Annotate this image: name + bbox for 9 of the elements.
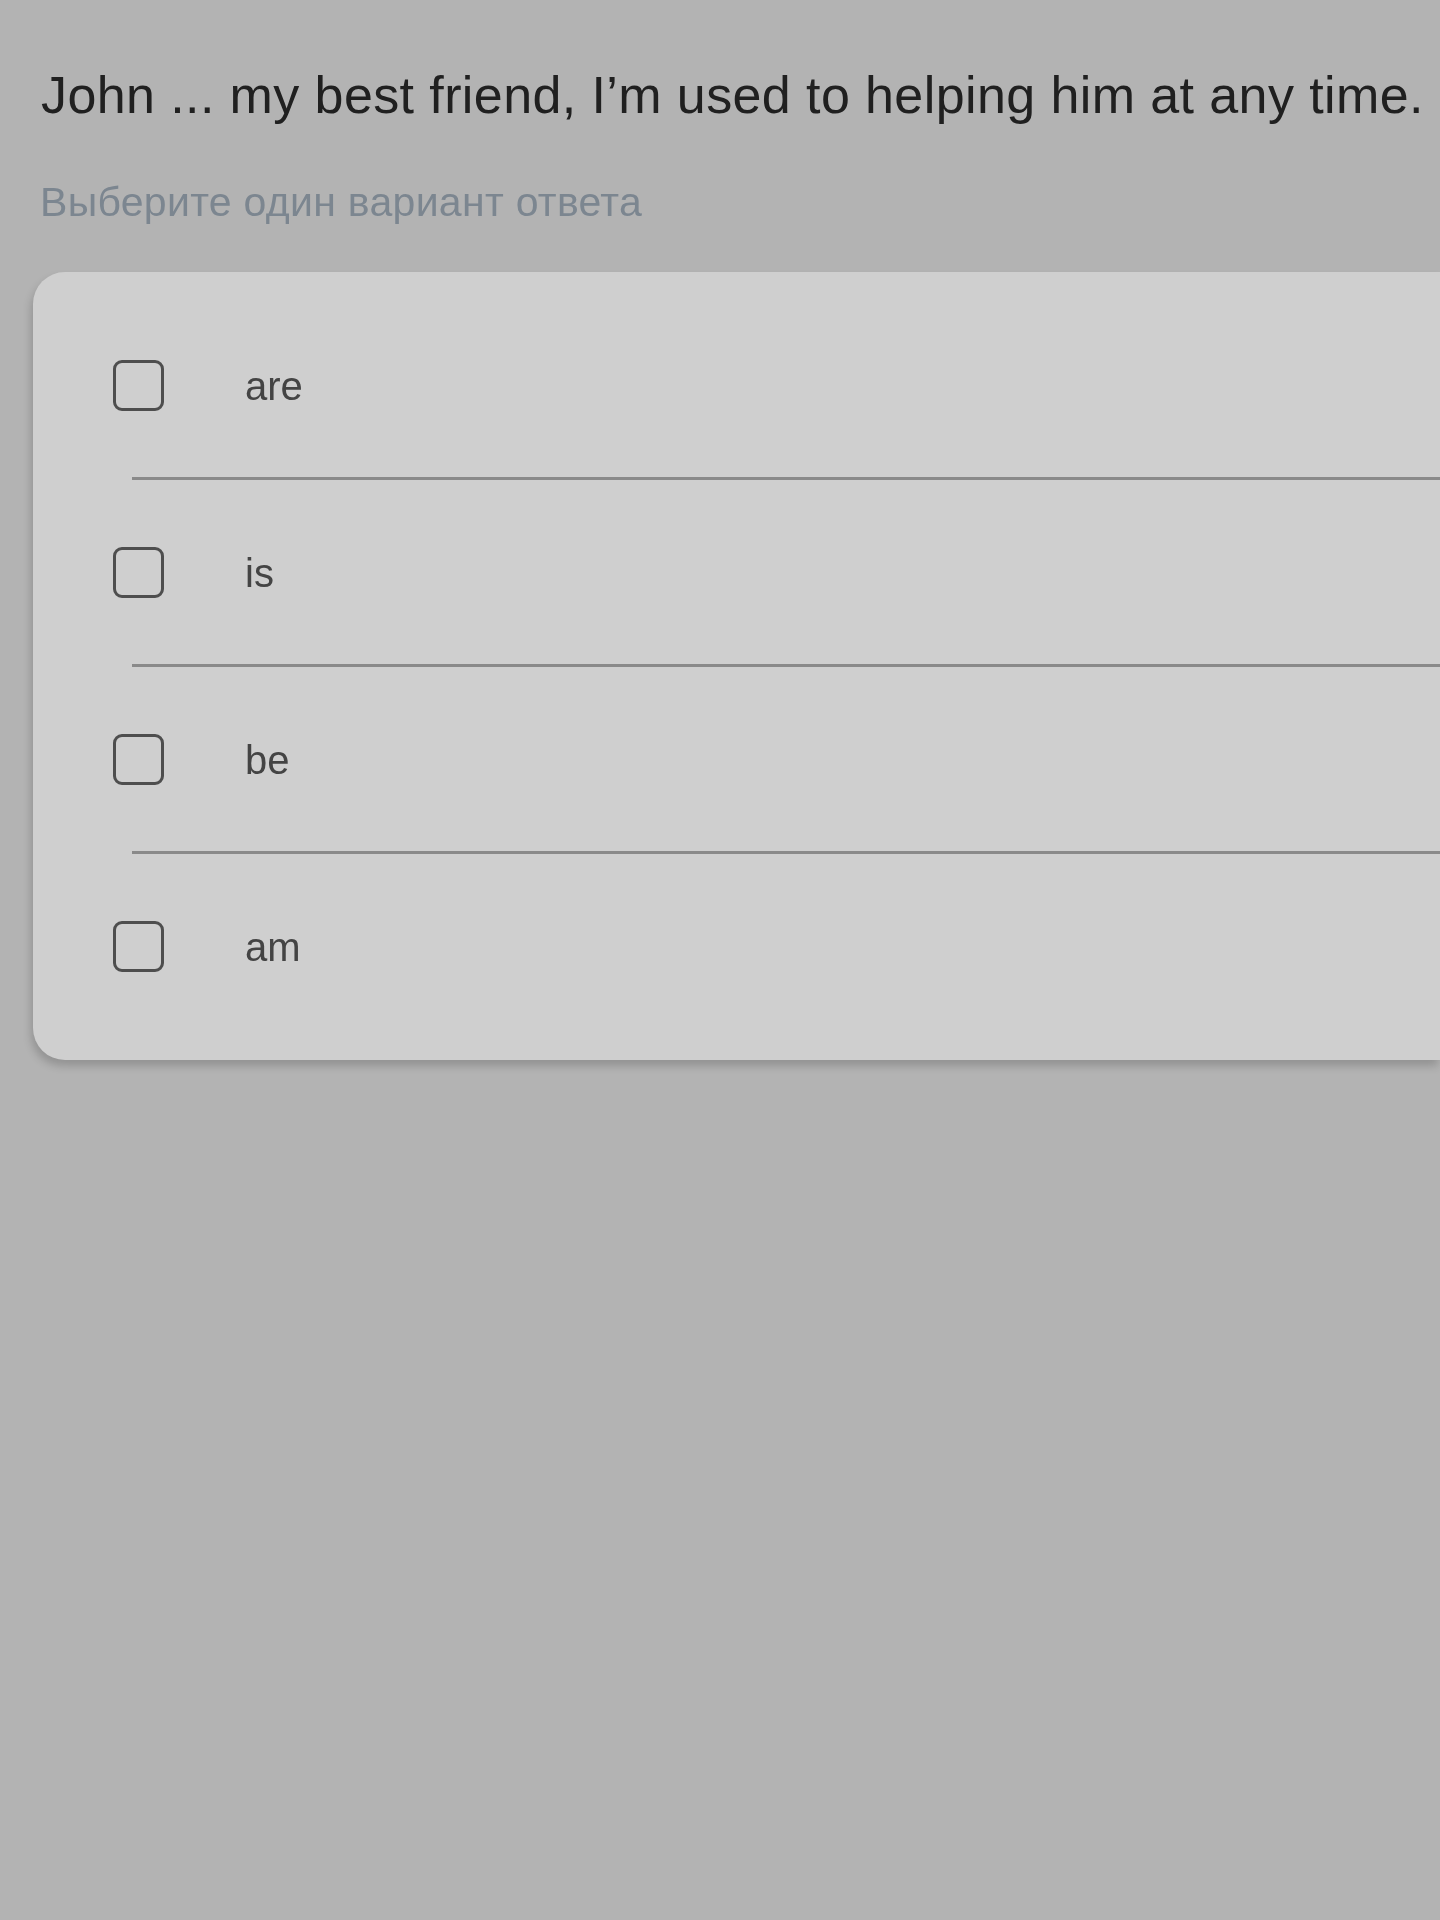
checkbox[interactable] [113, 547, 164, 598]
option-label: is [245, 549, 274, 597]
option-label: are [245, 362, 303, 410]
checkbox[interactable] [113, 734, 164, 785]
question-text: John ... my best friend, I’m used to helping him at any time. [41, 65, 1425, 126]
checkbox[interactable] [113, 360, 164, 411]
option-label: be [245, 736, 290, 784]
checkbox[interactable] [113, 921, 164, 972]
option-label: am [245, 923, 301, 971]
